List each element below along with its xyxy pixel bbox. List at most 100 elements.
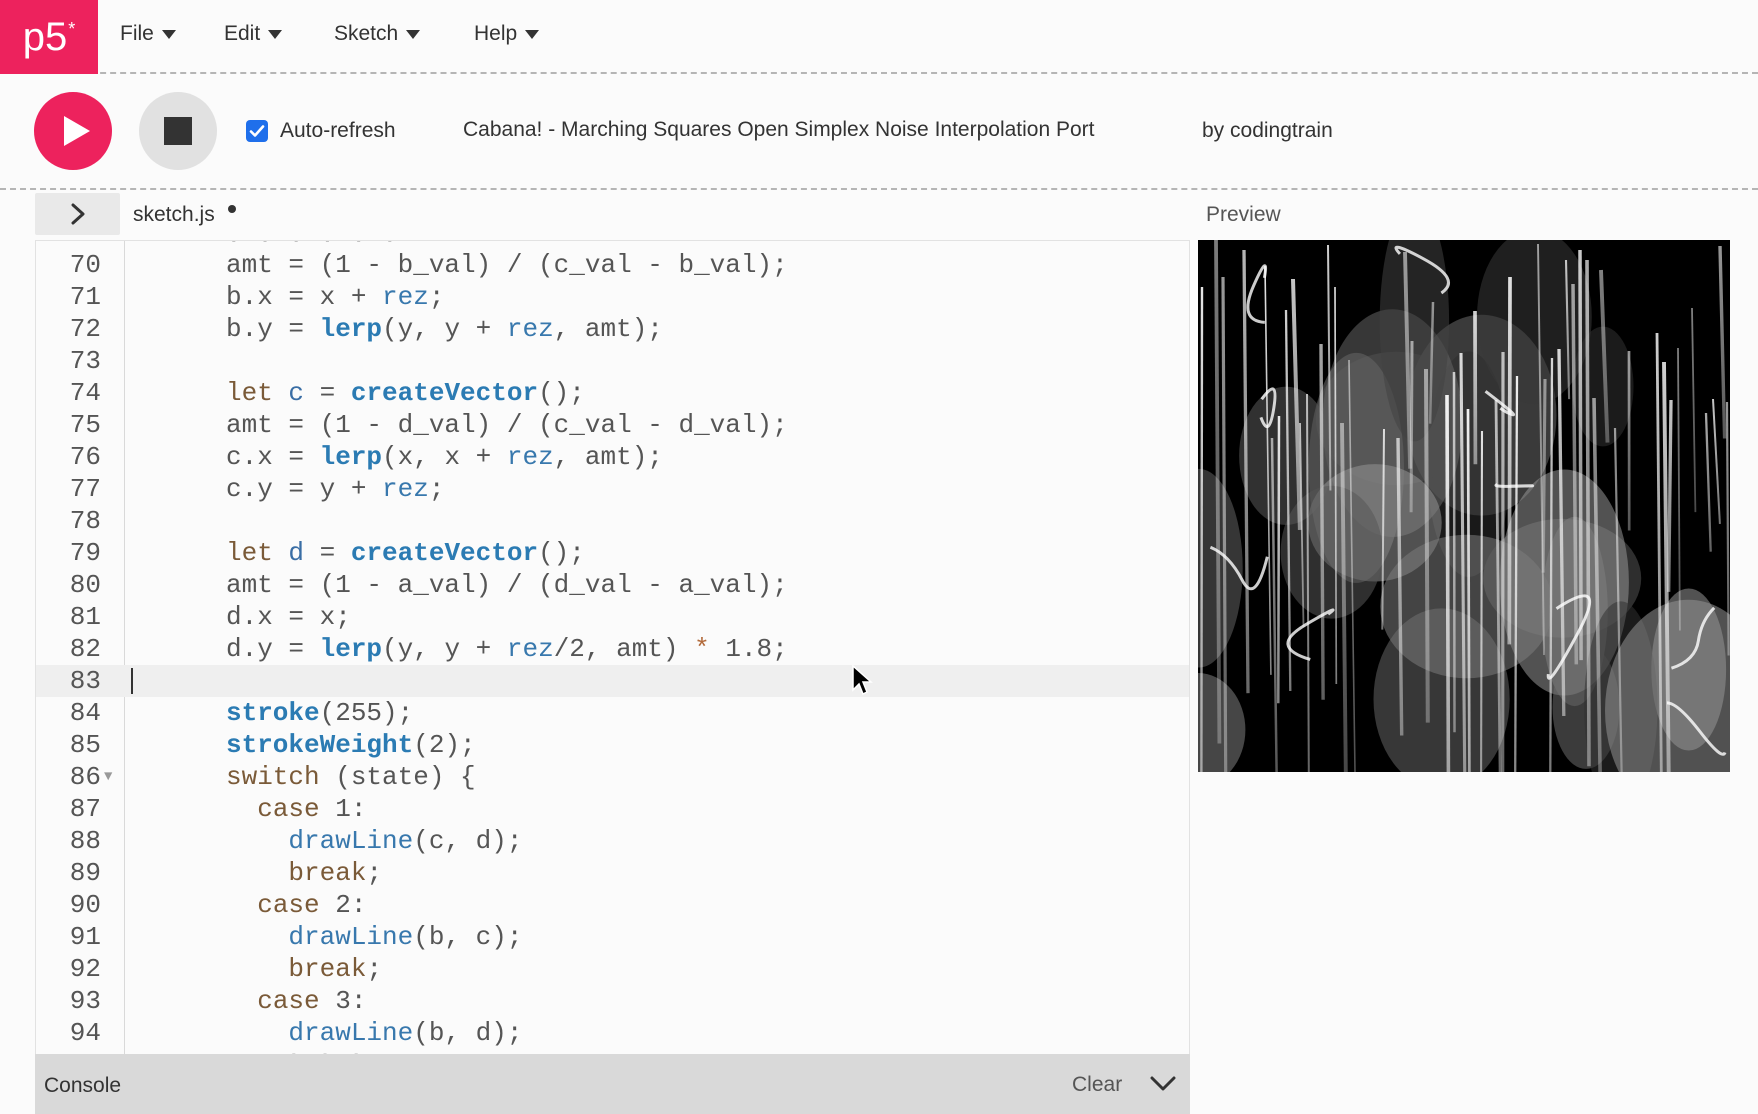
logo-text: p5 [22, 14, 68, 59]
logo-mark: * [68, 18, 76, 39]
toolbar: Auto-refresh Cabana! - Marching Squares … [0, 74, 1758, 190]
tab-bar: sketch.js Preview [0, 190, 1758, 240]
auto-refresh-label[interactable]: Auto-refresh [280, 119, 396, 143]
code-line[interactable]: 94 drawLine(b, d); [36, 1017, 1189, 1049]
line-number: 77 [69, 474, 101, 504]
line-number: 75 [69, 410, 101, 440]
line-number: 90 [69, 890, 101, 920]
code-line[interactable]: 90 case 2: [36, 889, 1189, 921]
play-button[interactable] [34, 92, 112, 170]
code-line[interactable]: 80 amt = (1 - a_val) / (d_val - a_val); [36, 569, 1189, 601]
line-number: 87 [69, 794, 101, 824]
code-text: b.x = x + rez; [226, 282, 445, 312]
sketch-author[interactable]: by codingtrain [1202, 119, 1333, 143]
code-text: d.y = lerp(y, y + rez/2, amt) * 1.8; [226, 634, 788, 664]
line-number: 80 [69, 570, 101, 600]
stop-button[interactable] [139, 92, 217, 170]
code-line[interactable]: 74 let c = createVector(); [36, 377, 1189, 409]
code-line[interactable]: 71 b.x = x + rez; [36, 281, 1189, 313]
line-number: 91 [69, 922, 101, 952]
auto-refresh-checkbox[interactable] [246, 120, 268, 142]
line-number: 71 [69, 282, 101, 312]
line-number: 81 [69, 602, 101, 632]
caret-down-icon [268, 29, 283, 39]
code-text: switch (state) { [226, 762, 476, 792]
sketch-title[interactable]: Cabana! - Marching Squares Open Simplex … [463, 118, 1095, 142]
code-line[interactable]: 70 amt = (1 - b_val) / (c_val - b_val); [36, 249, 1189, 281]
menu-file[interactable]: File [120, 22, 176, 46]
mouse-pointer-icon [852, 665, 873, 696]
code-line[interactable]: 82 d.y = lerp(y, y + rez/2, amt) * 1.8; [36, 633, 1189, 665]
menu-sketch-label: Sketch [334, 22, 399, 45]
code-text: b.y = lerp(y, y + rez, amt); [226, 314, 663, 344]
line-number: 92 [69, 954, 101, 984]
console-panel: Console Clear [35, 1054, 1190, 1114]
code-line[interactable]: 87 case 1: [36, 793, 1189, 825]
code-line[interactable]: 85 strokeWeight(2); [36, 729, 1189, 761]
code-text: amt = (1 - d_val) / (c_val - d_val); [226, 410, 788, 440]
code-line[interactable]: 81 d.x = x; [36, 601, 1189, 633]
code-line[interactable]: 72 b.y = lerp(y, y + rez, amt); [36, 313, 1189, 345]
code-line[interactable]: 89 break; [36, 857, 1189, 889]
code-text: case 3: [257, 986, 367, 1016]
p5-logo[interactable]: p5 * [0, 0, 98, 74]
line-number: 74 [69, 378, 101, 408]
code-text: strokeWeight(2); [226, 730, 476, 760]
code-text: amt = (1 - a_val) / (d_val - a_val); [226, 570, 788, 600]
code-line[interactable]: 79 let d = createVector(); [36, 537, 1189, 569]
code-editor[interactable]: · · · · · · 70 amt = (1 - b_val) / (c_val… [35, 240, 1190, 1054]
code-text: break; [288, 858, 383, 888]
line-number: 85 [69, 730, 101, 760]
code-line[interactable]: 93 case 3: [36, 985, 1189, 1017]
menu-edit-label: Edit [224, 22, 261, 45]
code-line[interactable]: 86 ▼ switch (state) { [36, 761, 1189, 793]
stop-icon [164, 117, 192, 145]
unsaved-indicator [228, 205, 236, 213]
fold-toggle-icon[interactable]: ▼ [104, 761, 112, 793]
code-line[interactable]: 92 break; [36, 953, 1189, 985]
line-number: 86 [69, 762, 101, 792]
file-tab-sketch-js[interactable]: sketch.js [133, 203, 215, 227]
line-number: 83 [69, 666, 101, 696]
code-line[interactable]: 83 [36, 665, 1189, 697]
sidebar-toggle-button[interactable] [35, 193, 120, 235]
line-number: 72 [69, 314, 101, 344]
code-line[interactable]: 78 [36, 505, 1189, 537]
code-text: d.x = x; [226, 602, 351, 632]
menu-file-label: File [120, 22, 154, 45]
code-line[interactable]: 77 c.y = y + rez; [36, 473, 1189, 505]
code-line[interactable]: 75 amt = (1 - d_val) / (c_val - d_val); [36, 409, 1189, 441]
menu-edit[interactable]: Edit [224, 22, 283, 46]
code-text: drawLine(b, c); [288, 922, 523, 952]
line-number: 73 [69, 346, 101, 376]
menu-help[interactable]: Help [474, 22, 540, 46]
code-text: case 2: [257, 890, 367, 920]
console-clear-button[interactable]: Clear [1072, 1073, 1122, 1097]
caret-down-icon [161, 29, 176, 39]
menu-sketch[interactable]: Sketch [334, 22, 421, 46]
clipped-line-fragment: · · · [286, 1041, 364, 1054]
code-line[interactable]: 91 drawLine(b, c); [36, 921, 1189, 953]
code-text: drawLine(c, d); [288, 826, 523, 856]
code-text: c.x = lerp(x, x + rez, amt); [226, 442, 663, 472]
line-number: 79 [69, 538, 101, 568]
code-text: amt = (1 - b_val) / (c_val - b_val); [226, 250, 788, 280]
menu-help-label: Help [474, 22, 518, 45]
code-text: let c = createVector(); [226, 378, 585, 408]
chevron-right-icon [71, 203, 85, 225]
caret-down-icon [525, 29, 540, 39]
preview-label: Preview [1206, 203, 1281, 226]
chevron-down-icon[interactable] [1150, 1076, 1176, 1092]
code-lines: 70 amt = (1 - b_val) / (c_val - b_val); 71… [36, 249, 1189, 1049]
sketch-preview-canvas[interactable] [1198, 240, 1730, 772]
console-title: Console [44, 1074, 122, 1097]
code-line[interactable]: 73 [36, 345, 1189, 377]
code-line[interactable]: 76 c.x = lerp(x, x + rez, amt); [36, 441, 1189, 473]
code-line[interactable]: 88 drawLine(c, d); [36, 825, 1189, 857]
code-line[interactable]: 84 stroke(255); [36, 697, 1189, 729]
line-number: 89 [69, 858, 101, 888]
code-text: case 1: [257, 794, 367, 824]
line-number: 78 [69, 506, 101, 536]
line-number: 93 [69, 986, 101, 1016]
code-text: drawLine(b, d); [288, 1018, 523, 1048]
